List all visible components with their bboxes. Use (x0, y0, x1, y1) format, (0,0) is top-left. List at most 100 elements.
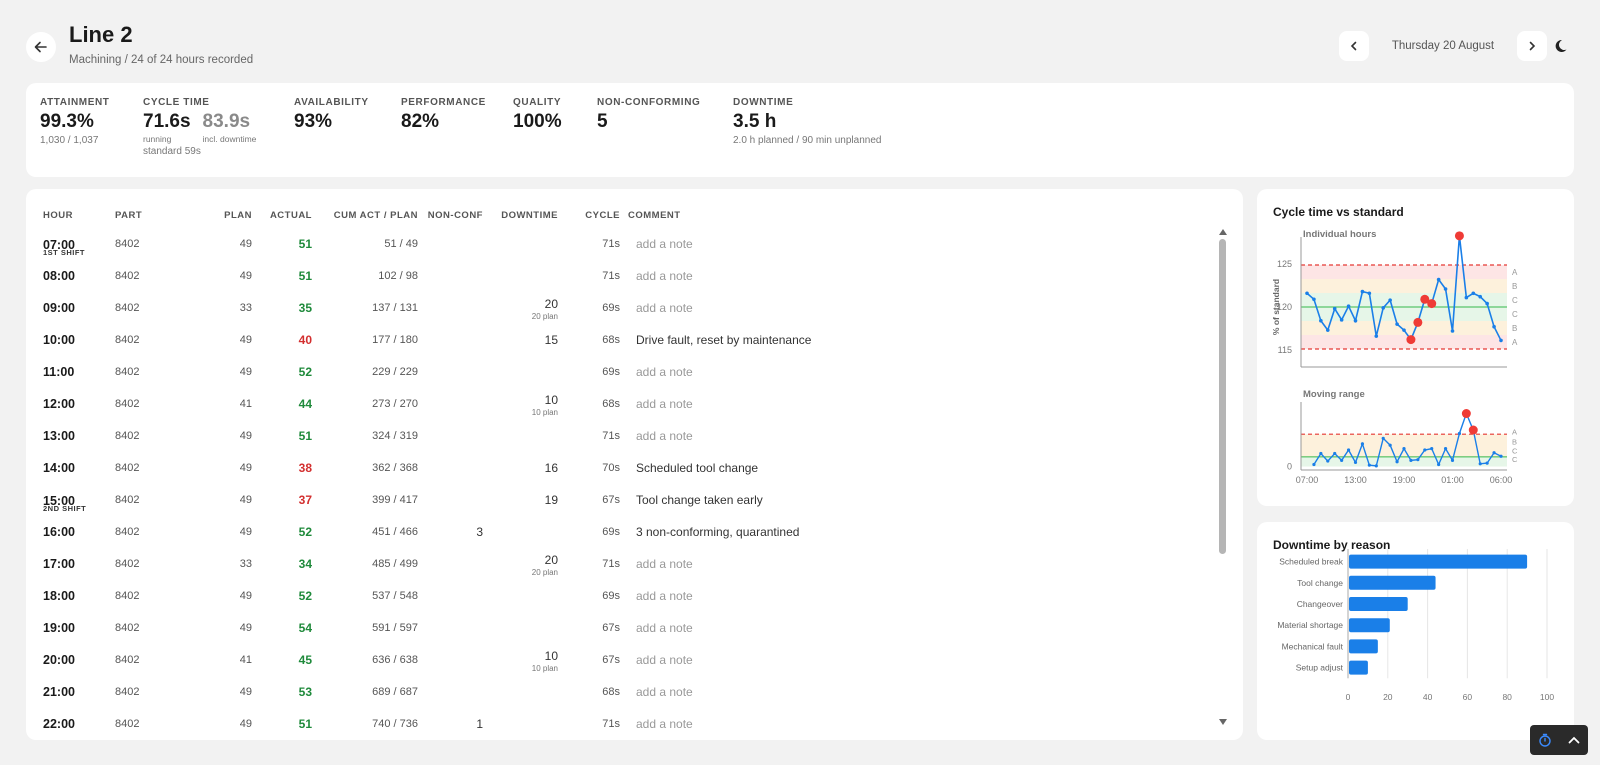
cell-part: 8402 (115, 430, 140, 442)
cell-hour: 22:00 (43, 717, 75, 731)
cell-actual: 52 (298, 525, 312, 539)
data-point (1374, 464, 1378, 468)
violation-point (1454, 231, 1464, 241)
cell-cum-act-plan: 399 / 417 (372, 494, 418, 506)
shift-label: 2ND SHIFT (43, 504, 87, 513)
add-note-input[interactable]: add a note (636, 557, 693, 571)
add-note-input[interactable]: add a note (636, 685, 693, 699)
data-point (1360, 289, 1365, 294)
kpi-availability: AVAILABILITY 93% (294, 97, 369, 133)
data-point (1499, 454, 1503, 458)
data-point (1367, 463, 1371, 467)
data-point (1499, 338, 1503, 343)
cell-cum-act-plan: 273 / 270 (372, 398, 418, 410)
add-note-input[interactable]: add a note (636, 237, 693, 251)
zone-label: B (1512, 437, 1517, 446)
cell-plan: 49 (239, 622, 252, 634)
data-point (1319, 318, 1323, 323)
cell-cum-act-plan: 451 / 466 (372, 526, 418, 538)
downtime-plan: 20 plan (531, 568, 558, 577)
data-point (1395, 460, 1399, 464)
add-note-input[interactable]: add a note (636, 365, 693, 379)
prev-day-button[interactable] (1339, 31, 1369, 61)
zone-label: B (1512, 282, 1517, 291)
add-note-input[interactable]: add a note (636, 301, 693, 315)
add-note-input[interactable]: add a note (636, 717, 693, 731)
timer-button[interactable] (1530, 725, 1559, 755)
collapse-button[interactable] (1559, 725, 1588, 755)
add-note-input[interactable]: add a note (636, 269, 693, 283)
data-point (1430, 447, 1434, 451)
cell-actual: 45 (298, 653, 312, 667)
cell-plan: 33 (239, 558, 252, 570)
cell-nonconf[interactable]: 3 (426, 525, 483, 539)
cell-cycle: 71s (602, 558, 620, 570)
scroll-up-arrow[interactable] (1219, 229, 1227, 235)
kpi-label: CYCLE TIME (143, 97, 210, 108)
cell-cycle: 69s (602, 526, 620, 538)
table-row: 21:00 8402 49 53 689 / 687 68s add a note (26, 676, 1216, 708)
cell-actual: 53 (298, 685, 312, 699)
data-point (1360, 442, 1365, 446)
category-label: Material shortage (1277, 620, 1343, 630)
cell-cum-act-plan: 102 / 98 (378, 270, 418, 282)
cell-downtime[interactable]: 19 (494, 493, 558, 507)
column-header-part: PART (115, 210, 143, 221)
column-header-comment: COMMENT (628, 210, 681, 221)
data-point (1326, 459, 1330, 463)
x-tick-label: 40 (1423, 692, 1433, 702)
data-point (1381, 306, 1386, 310)
column-header-cycle: CYCLE (585, 210, 620, 221)
scroll-thumb[interactable] (1219, 239, 1226, 554)
column-header-downtime: DOWNTIME (501, 210, 558, 221)
data-point (1346, 304, 1351, 308)
cell-downtime[interactable]: 15 (494, 333, 558, 347)
zone-band (1301, 335, 1507, 349)
add-note-input[interactable]: add a note (636, 653, 693, 667)
cell-downtime[interactable]: 10 10 plan (494, 649, 558, 673)
chart-subtitle: Moving range (1303, 389, 1365, 400)
comment-text[interactable]: Drive fault, reset by maintenance (636, 333, 811, 347)
data-point (1402, 328, 1406, 332)
x-tick-label: 20 (1383, 692, 1393, 702)
bar (1349, 597, 1408, 611)
next-day-button[interactable] (1517, 31, 1547, 61)
bar (1349, 660, 1368, 675)
page-header: Line 2 Machining / 24 of 24 hours record… (0, 0, 1600, 80)
cell-actual: 37 (298, 493, 312, 507)
violation-point (1406, 335, 1416, 345)
add-note-input[interactable]: add a note (636, 397, 693, 411)
cell-actual: 51 (298, 237, 312, 251)
scroll-down-arrow[interactable] (1219, 719, 1227, 725)
data-point (1492, 451, 1496, 455)
comment-text[interactable]: Scheduled tool change (636, 461, 758, 475)
zone-label: C (1512, 455, 1518, 464)
column-header-cum: CUM ACT / PLAN (333, 210, 418, 221)
x-tick-label: 13:00 (1344, 475, 1367, 485)
data-point (1471, 291, 1476, 296)
column-header-hour: HOUR (43, 210, 73, 221)
cell-cum-act-plan: 229 / 229 (372, 366, 418, 378)
cell-downtime[interactable]: 16 (494, 461, 558, 475)
data-point (1457, 431, 1462, 436)
data-point (1409, 458, 1413, 462)
table-row: 18:00 8402 49 52 537 / 548 69s add a note (26, 580, 1216, 612)
table-row: 08:00 8402 49 51 102 / 98 71s add a note (26, 260, 1216, 292)
cell-nonconf[interactable]: 1 (426, 717, 483, 731)
cell-hour: 08:00 (43, 269, 75, 283)
cell-downtime[interactable]: 20 20 plan (494, 553, 558, 577)
theme-toggle-button[interactable] (1545, 31, 1575, 61)
back-button[interactable] (26, 32, 56, 62)
comment-text[interactable]: Tool change taken early (636, 493, 763, 507)
add-note-input[interactable]: add a note (636, 589, 693, 603)
comment-text[interactable]: 3 non-conforming, quarantined (636, 525, 799, 539)
data-point (1402, 447, 1406, 451)
cell-downtime[interactable]: 20 20 plan (494, 297, 558, 321)
cell-downtime[interactable]: 10 10 plan (494, 393, 558, 417)
data-point (1450, 329, 1455, 333)
add-note-input[interactable]: add a note (636, 621, 693, 635)
data-point (1325, 328, 1330, 332)
table-scrollbar[interactable] (1219, 229, 1227, 729)
add-note-input[interactable]: add a note (636, 429, 693, 443)
cell-cycle: 67s (602, 654, 620, 666)
